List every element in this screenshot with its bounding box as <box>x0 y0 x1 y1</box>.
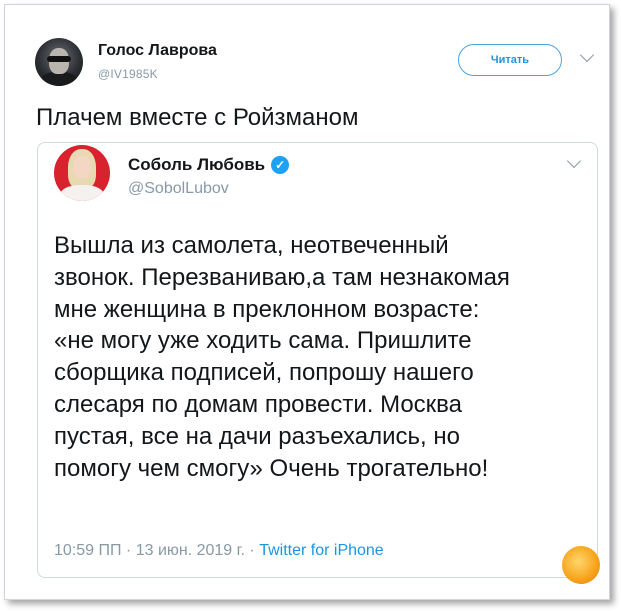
tweet-timestamp[interactable]: 10:59 ПП · 13 июн. 2019 г. · <box>54 542 259 559</box>
quoted-author-handle[interactable]: @SobolLubov <box>128 180 229 198</box>
quoted-author-name[interactable]: Соболь Любовь <box>128 155 265 175</box>
quoted-author-avatar[interactable] <box>54 145 110 201</box>
quoted-author-name-row[interactable]: Соболь Любовь ✓ <box>128 155 290 175</box>
tweet-text-line: мне женщина в преклонном возрасте: <box>54 295 480 323</box>
follow-button[interactable]: Читать <box>458 44 562 76</box>
tweet-text-line: «не могу уже ходить сама. Пришлите <box>54 327 472 355</box>
tweet-text-line: звонок. Перезваниваю,а там незнакомая <box>54 263 510 291</box>
outer-tweet-text: Плачем вместе с Ройзманом <box>36 104 359 131</box>
outer-author-name[interactable]: Голос Лаврова <box>98 42 217 60</box>
tweet-text-line: слесаря по домам провести. Москва <box>54 390 463 418</box>
tweet-source-link[interactable]: Twitter for iPhone <box>259 542 384 559</box>
tweet-text-line: пустая, все на дачи разъехались, но <box>54 422 460 450</box>
tweet-text-line: сборщика подписей, попрошу нашего <box>54 359 474 387</box>
outer-author-handle[interactable]: @IV1985K <box>98 67 158 81</box>
tweet-text-line: Вышла из самолета, неотвеченный <box>54 232 449 259</box>
quoted-tweet-text: Вышла из самолета, неотвеченный звонок. … <box>54 230 594 484</box>
outer-author-avatar[interactable] <box>35 38 83 86</box>
tweet-meta: 10:59 ПП · 13 июн. 2019 г. · Twitter for… <box>54 542 384 560</box>
tweet-text-line: помогу чем смогу» Очень трогательно! <box>54 454 489 482</box>
verified-badge-icon: ✓ <box>271 156 290 174</box>
